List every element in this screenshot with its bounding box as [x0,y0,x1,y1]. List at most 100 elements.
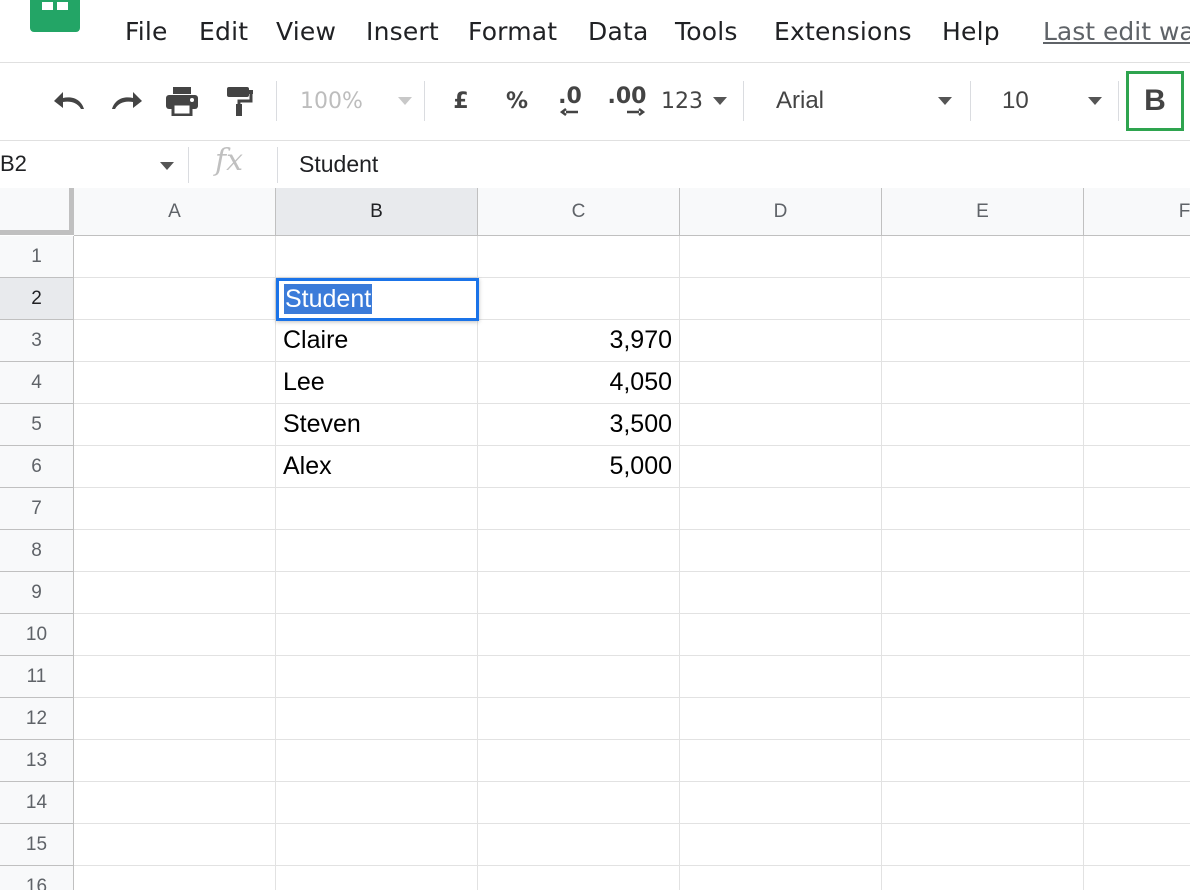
row-header-14[interactable]: 14 [0,782,74,824]
cell-a15[interactable] [74,824,276,866]
cell-a9[interactable] [74,572,276,614]
cell-c1[interactable] [478,236,680,278]
column-header-a[interactable]: A [74,188,276,236]
cell-a5[interactable] [74,404,276,446]
cell-d12[interactable] [680,698,882,740]
cell-e9[interactable] [882,572,1084,614]
cell-d3[interactable] [680,320,882,362]
cell-c4[interactable]: 4,050 [478,362,680,404]
cell-d16[interactable] [680,866,882,890]
cell-a1[interactable] [74,236,276,278]
cell-b11[interactable] [276,656,478,698]
row-header-3[interactable]: 3 [0,320,74,362]
column-header-c[interactable]: C [478,188,680,236]
column-header-d[interactable]: D [680,188,882,236]
row-header-1[interactable]: 1 [0,236,74,278]
cell-b12[interactable] [276,698,478,740]
cell-c15[interactable] [478,824,680,866]
font-family-select[interactable]: Arial [776,83,952,119]
cell-f16[interactable] [1084,866,1190,890]
menu-tools[interactable]: Tools [675,17,738,46]
cell-e14[interactable] [882,782,1084,824]
row-header-15[interactable]: 15 [0,824,74,866]
cell-c11[interactable] [478,656,680,698]
formula-input[interactable]: Student [299,151,378,178]
cell-b1[interactable] [276,236,478,278]
cell-e3[interactable] [882,320,1084,362]
cell-d11[interactable] [680,656,882,698]
cell-a7[interactable] [74,488,276,530]
cell-a4[interactable] [74,362,276,404]
cell-b4[interactable]: Lee [276,362,478,404]
row-header-16[interactable]: 16 [0,866,74,890]
percent-format-button[interactable]: % [502,83,532,119]
undo-button[interactable] [50,83,90,119]
cell-c10[interactable] [478,614,680,656]
redo-button[interactable] [106,83,146,119]
cell-c16[interactable] [478,866,680,890]
cell-f2[interactable] [1084,278,1190,320]
name-box[interactable]: B2 [0,151,27,177]
cell-f11[interactable] [1084,656,1190,698]
cell-e11[interactable] [882,656,1084,698]
cell-b13[interactable] [276,740,478,782]
print-button[interactable] [162,83,202,119]
cell-f4[interactable] [1084,362,1190,404]
cell-e4[interactable] [882,362,1084,404]
cell-c2[interactable] [478,278,680,320]
column-header-f[interactable]: F [1084,188,1190,236]
cell-c6[interactable]: 5,000 [478,446,680,488]
cell-e13[interactable] [882,740,1084,782]
cell-e1[interactable] [882,236,1084,278]
cell-d10[interactable] [680,614,882,656]
cell-e6[interactable] [882,446,1084,488]
cell-b3[interactable]: Claire [276,320,478,362]
cell-d4[interactable] [680,362,882,404]
decrease-decimals-button[interactable]: .0 [550,83,590,119]
zoom-select[interactable]: 100% [300,83,412,119]
row-header-2[interactable]: 2 [0,278,74,320]
paint-format-button[interactable] [220,83,260,119]
cell-e2[interactable] [882,278,1084,320]
cell-f3[interactable] [1084,320,1190,362]
cell-b15[interactable] [276,824,478,866]
cell-f8[interactable] [1084,530,1190,572]
cell-c3[interactable]: 3,970 [478,320,680,362]
menu-help[interactable]: Help [942,17,1000,46]
cell-d8[interactable] [680,530,882,572]
row-header-13[interactable]: 13 [0,740,74,782]
menu-extensions[interactable]: Extensions [774,17,912,46]
cell-f10[interactable] [1084,614,1190,656]
row-header-12[interactable]: 12 [0,698,74,740]
name-box-caret-icon[interactable] [160,162,174,170]
menu-edit[interactable]: Edit [199,17,248,46]
row-header-5[interactable]: 5 [0,404,74,446]
cell-e16[interactable] [882,866,1084,890]
cell-a10[interactable] [74,614,276,656]
cell-f5[interactable] [1084,404,1190,446]
cell-e8[interactable] [882,530,1084,572]
cell-f9[interactable] [1084,572,1190,614]
row-header-6[interactable]: 6 [0,446,74,488]
more-formats-button[interactable]: 123 [661,83,727,119]
sheets-logo-icon[interactable] [30,0,80,32]
cell-c7[interactable] [478,488,680,530]
cell-c14[interactable] [478,782,680,824]
row-header-9[interactable]: 9 [0,572,74,614]
cell-d2[interactable] [680,278,882,320]
cell-a3[interactable] [74,320,276,362]
font-size-select[interactable]: 10 [1002,83,1102,119]
cell-f14[interactable] [1084,782,1190,824]
cell-c9[interactable] [478,572,680,614]
row-header-10[interactable]: 10 [0,614,74,656]
row-header-7[interactable]: 7 [0,488,74,530]
cell-a12[interactable] [74,698,276,740]
cell-b9[interactable] [276,572,478,614]
menu-view[interactable]: View [276,17,336,46]
cell-f13[interactable] [1084,740,1190,782]
menu-data[interactable]: Data [588,17,649,46]
cell-c13[interactable] [478,740,680,782]
cell-f15[interactable] [1084,824,1190,866]
cell-b8[interactable] [276,530,478,572]
bold-button[interactable]: B [1126,71,1184,131]
